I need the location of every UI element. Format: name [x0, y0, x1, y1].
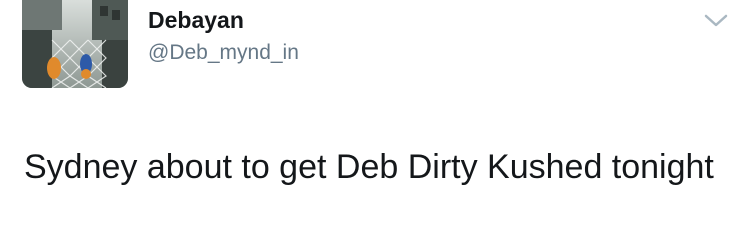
- author-avatar[interactable]: [22, 0, 128, 88]
- tweet-text: Sydney about to get Deb Dirty Kushed ton…: [24, 148, 714, 186]
- chevron-down-icon: [704, 14, 728, 27]
- author-display-name[interactable]: Debayan: [148, 6, 244, 34]
- tweet-options-button[interactable]: [703, 10, 729, 30]
- profile-photo-icon: [22, 0, 128, 88]
- author-handle[interactable]: @Deb_mynd_in: [148, 40, 299, 66]
